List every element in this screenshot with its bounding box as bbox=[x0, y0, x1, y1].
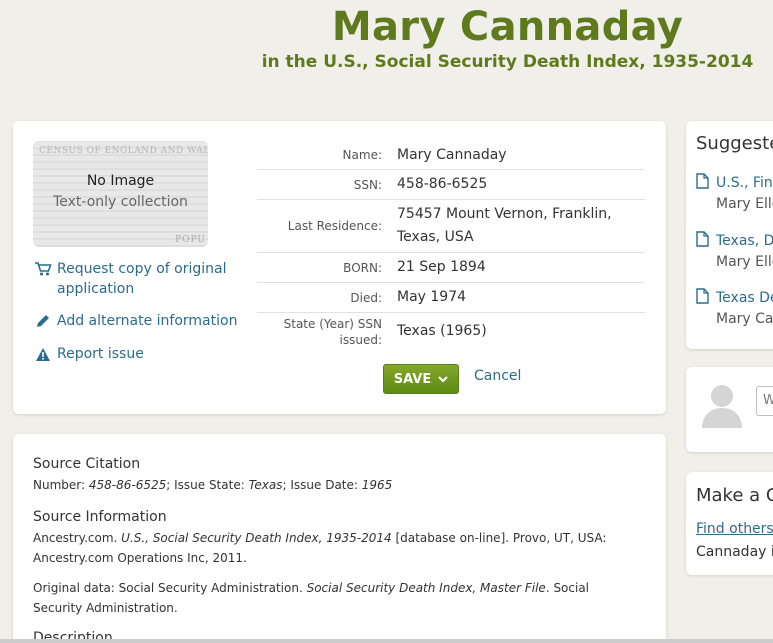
document-icon bbox=[696, 231, 716, 251]
citation-number-label: Number: bbox=[33, 478, 89, 492]
source-citation-heading: Source Citation bbox=[33, 456, 141, 472]
add-alternate-label: Add alternate information bbox=[57, 313, 238, 329]
suggestion-person: Mary Car bbox=[716, 311, 773, 327]
suggested-heading: Suggeste bbox=[696, 133, 773, 154]
fact-value: 458-86-6525 bbox=[397, 176, 488, 192]
record-thumbnail: CENSUS OF ENGLAND AND WALES No Image Tex… bbox=[33, 141, 208, 247]
original-data-text: Original data: Social Security Administr… bbox=[33, 578, 633, 618]
orig-title: Social Security Death Index, Master File bbox=[306, 581, 546, 595]
profile-card: W bbox=[686, 367, 773, 452]
fact-value: 21 Sep 1894 bbox=[397, 259, 486, 275]
no-image-label: No Image bbox=[86, 173, 155, 189]
comment-input[interactable]: W bbox=[756, 386, 773, 416]
warning-icon bbox=[33, 344, 53, 364]
fact-row-ssn-issued: State (Year) SSN issued: Texas (1965) bbox=[257, 313, 645, 350]
suggestion-link-label: U.S., Find bbox=[716, 175, 773, 191]
suggestion-item: Texas, D Mary Elle bbox=[696, 231, 773, 270]
suggestion-link[interactable]: Texas, D bbox=[696, 231, 773, 251]
report-issue-link[interactable]: Report issue bbox=[33, 344, 144, 364]
bottom-scroll-bar bbox=[0, 639, 773, 643]
chevron-down-icon bbox=[438, 373, 448, 386]
source-information-heading: Source Information bbox=[33, 509, 167, 525]
request-copy-label: Request copy of original application bbox=[57, 261, 227, 297]
fact-label: Last Residence: bbox=[287, 219, 382, 233]
source-citation-text: Number: 458-86-6525; Issue State: Texas;… bbox=[33, 475, 633, 495]
source-card: Source Citation Number: 458-86-6525; Iss… bbox=[13, 434, 666, 643]
save-button[interactable]: SAVE bbox=[383, 364, 459, 394]
report-issue-label: Report issue bbox=[57, 346, 144, 362]
connection-text: Cannaday in bbox=[696, 544, 773, 560]
fact-row-died: Died: May 1974 bbox=[257, 283, 645, 313]
fact-value: May 1974 bbox=[397, 289, 467, 305]
citation-state-label: ; Issue State: bbox=[166, 478, 249, 492]
suggestion-person: Mary Elle bbox=[716, 196, 773, 212]
fact-value: Texas (1965) bbox=[397, 323, 487, 339]
avatar-icon bbox=[701, 382, 743, 432]
suggestion-link-label: Texas De bbox=[716, 290, 773, 306]
page-header: Mary Cannaday in the U.S., Social Securi… bbox=[0, 0, 773, 120]
fact-row-ssn: SSN: 458-86-6525 bbox=[257, 170, 645, 200]
make-connection-card: Make a Co Find others Cannaday in bbox=[686, 472, 773, 575]
citation-number: 458-86-6525 bbox=[88, 478, 167, 492]
record-facts-table: Name: Mary Cannaday SSN: 458-86-6525 Las… bbox=[257, 141, 645, 350]
source-information-text: Ancestry.com. U.S., Social Security Deat… bbox=[33, 528, 633, 568]
citation-date-label: ; Issue Date: bbox=[282, 478, 362, 492]
record-card: CENSUS OF ENGLAND AND WALES No Image Tex… bbox=[13, 121, 666, 414]
fact-row-last-residence: Last Residence: 75457 Mount Vernon, Fran… bbox=[257, 200, 645, 253]
fact-label: Name: bbox=[342, 148, 382, 162]
fact-value: Mary Cannaday bbox=[397, 146, 507, 163]
fact-row-born: BORN: 21 Sep 1894 bbox=[257, 253, 645, 283]
shopping-cart-icon bbox=[33, 259, 53, 279]
fact-value: 75457 Mount Vernon, Franklin, Texas, USA bbox=[397, 206, 612, 245]
info-title: U.S., Social Security Death Index, 1935-… bbox=[121, 531, 392, 545]
fact-row-name: Name: Mary Cannaday bbox=[257, 141, 645, 170]
person-name-title: Mary Cannaday bbox=[331, 4, 684, 50]
suggestion-link-label: Texas, D bbox=[716, 233, 773, 249]
suggestion-item: U.S., Find Mary Elle bbox=[696, 173, 773, 212]
fact-label: Died: bbox=[350, 290, 382, 305]
add-alternate-info-link[interactable]: Add alternate information bbox=[33, 311, 237, 331]
fact-label: SSN: bbox=[353, 177, 382, 192]
pencil-icon bbox=[33, 311, 53, 331]
cancel-link[interactable]: Cancel bbox=[474, 368, 521, 384]
collection-subtitle: in the U.S., Social Security Death Index… bbox=[261, 52, 754, 72]
orig-prefix: Original data: Social Security Administr… bbox=[33, 581, 307, 595]
document-icon bbox=[696, 173, 716, 193]
make-connection-heading: Make a Co bbox=[696, 485, 773, 506]
suggested-records-card: Suggeste U.S., Find Mary Elle Texas, D M… bbox=[686, 121, 773, 349]
document-icon bbox=[696, 288, 716, 308]
request-copy-link[interactable]: Request copy of original application bbox=[33, 259, 233, 299]
citation-date: 1965 bbox=[361, 478, 393, 492]
suggestion-person: Mary Elle bbox=[716, 254, 773, 270]
text-only-label: Text-only collection bbox=[53, 194, 188, 210]
fact-label: State (Year) SSN issued: bbox=[283, 316, 382, 347]
find-others-link[interactable]: Find others bbox=[696, 521, 773, 537]
save-button-label: SAVE bbox=[393, 371, 432, 387]
suggestion-link[interactable]: Texas De bbox=[696, 288, 773, 308]
thumbnail-popu-text: POPU bbox=[175, 235, 206, 245]
fact-label: BORN: bbox=[343, 260, 382, 275]
citation-state: Texas bbox=[248, 478, 283, 492]
suggestion-link[interactable]: U.S., Find bbox=[696, 173, 773, 193]
suggestion-item: Texas De Mary Car bbox=[696, 288, 773, 327]
info-prefix: Ancestry.com. bbox=[33, 531, 122, 545]
